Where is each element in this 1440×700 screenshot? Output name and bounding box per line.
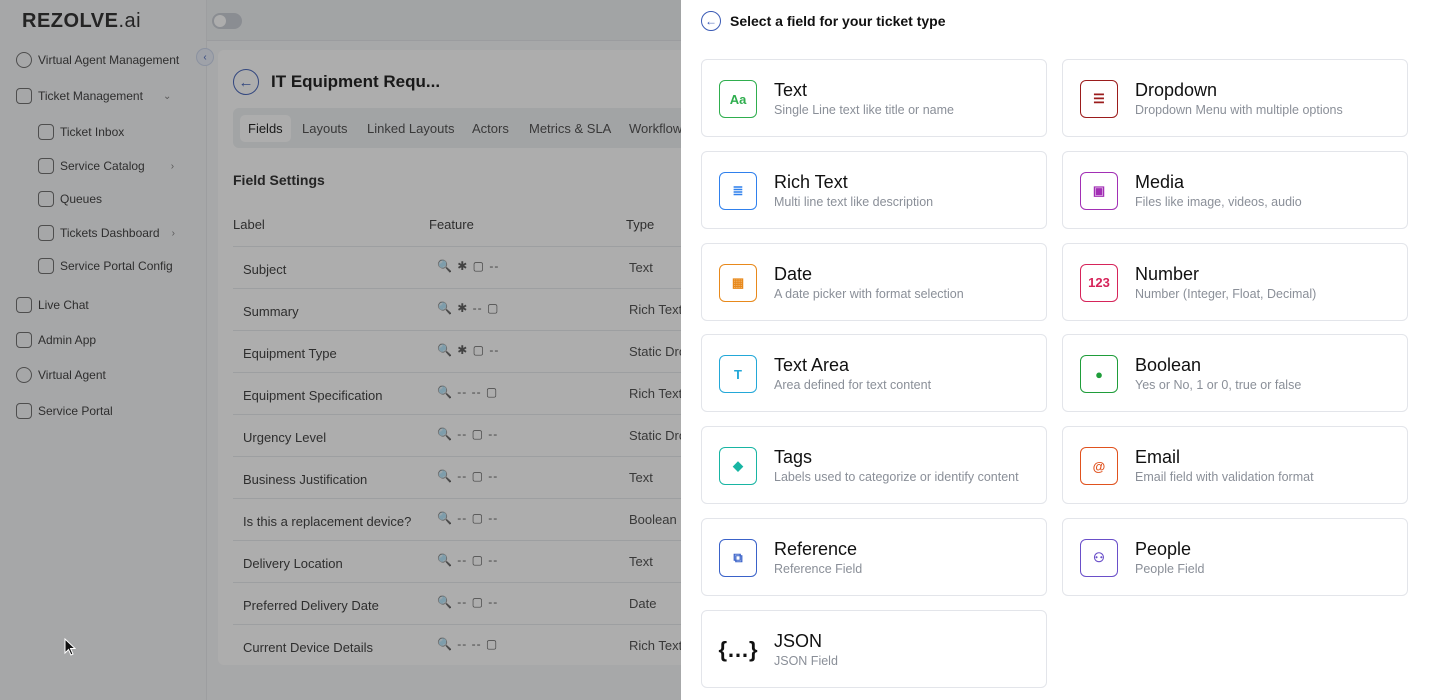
field-type-name: Number bbox=[1135, 263, 1200, 284]
field-type-description: Number (Integer, Float, Decimal) bbox=[1135, 286, 1317, 301]
field-type-name: Text Area bbox=[774, 355, 850, 376]
mouse-cursor-icon bbox=[64, 638, 76, 656]
dropdown-list-icon: ☰ bbox=[1080, 80, 1118, 118]
field-type-description: Yes or No, 1 or 0, true or false bbox=[1135, 378, 1302, 393]
at-sign-icon: @ bbox=[1080, 447, 1118, 486]
field-type-card-people[interactable]: ⚇ People People Field bbox=[1062, 518, 1408, 596]
field-type-name: Dropdown bbox=[1135, 80, 1218, 100]
field-type-name: Reference bbox=[774, 539, 858, 559]
reference-icon: ⧉ bbox=[719, 539, 757, 577]
people-icon: ⚇ bbox=[1080, 539, 1118, 577]
field-type-description: People Field bbox=[1135, 562, 1205, 576]
rich-text-icon: ≣ bbox=[719, 171, 757, 210]
field-type-description: Labels used to categorize or identify co… bbox=[774, 470, 1019, 485]
field-type-name: Date bbox=[774, 263, 813, 284]
field-type-description: JSON Field bbox=[774, 653, 838, 668]
text-aa-icon: Aa bbox=[719, 80, 757, 118]
field-type-name: Text bbox=[774, 80, 808, 100]
field-type-card-media[interactable]: ▣ Media Files like image, videos, audio bbox=[1062, 150, 1408, 229]
field-type-card-json[interactable]: {…} JSON JSON Field bbox=[701, 609, 1047, 688]
field-type-name: Media bbox=[1135, 171, 1185, 192]
field-type-card-boolean[interactable]: ● Boolean Yes or No, 1 or 0, true or false bbox=[1062, 334, 1408, 413]
field-type-name: JSON bbox=[774, 630, 823, 651]
field-type-name: Boolean bbox=[1135, 355, 1202, 376]
field-type-name: People bbox=[1135, 539, 1192, 559]
field-type-description: Single Line text like title or name bbox=[774, 103, 954, 117]
toggle-icon: ● bbox=[1080, 355, 1118, 394]
field-type-card-email[interactable]: @ Email Email field with validation format bbox=[1062, 426, 1408, 505]
panel-title: Select a field for your ticket type bbox=[730, 13, 946, 29]
number-123-icon: 123 bbox=[1080, 263, 1118, 302]
modal-backdrop[interactable] bbox=[0, 0, 681, 700]
field-picker-panel: ← Select a field for your ticket type Aa… bbox=[681, 0, 1440, 700]
field-type-card-text-area[interactable]: T Text Area Area defined for text content bbox=[701, 334, 1047, 413]
tag-icon: ◆ bbox=[719, 447, 757, 486]
field-type-card-number[interactable]: 123 Number Number (Integer, Float, Decimal… bbox=[1062, 242, 1408, 321]
field-type-description: Email field with validation format bbox=[1135, 470, 1314, 485]
field-type-description: Dropdown Menu with multiple options bbox=[1135, 103, 1343, 117]
back-arrow-icon[interactable]: ← bbox=[701, 11, 721, 31]
field-type-description: Files like image, videos, audio bbox=[1135, 194, 1302, 209]
field-type-card-date[interactable]: ▦ Date A date picker with format selection bbox=[701, 242, 1047, 321]
field-type-description: Reference Field bbox=[774, 562, 863, 576]
field-type-card-dropdown[interactable]: ☰ Dropdown Dropdown Menu with multiple opt… bbox=[1062, 59, 1408, 137]
field-type-description: A date picker with format selection bbox=[774, 286, 964, 301]
field-type-description: Multi line text like description bbox=[774, 194, 934, 209]
field-type-name: Tags bbox=[774, 447, 813, 468]
json-braces-icon: {…} bbox=[718, 636, 758, 662]
text-area-icon: T bbox=[719, 355, 757, 394]
media-image-icon: ▣ bbox=[1080, 171, 1118, 210]
field-type-name: Email bbox=[1135, 447, 1181, 468]
field-type-name: Rich Text bbox=[774, 171, 848, 192]
field-type-card-rich-text[interactable]: ≣ Rich Text Multi line text like descripti… bbox=[701, 150, 1047, 229]
field-type-card-tags[interactable]: ◆ Tags Labels used to categorize or identi… bbox=[701, 426, 1047, 505]
calendar-icon: ▦ bbox=[719, 263, 757, 302]
field-type-card-reference[interactable]: ⧉ Reference Reference Field bbox=[701, 518, 1047, 596]
field-type-description: Area defined for text content bbox=[774, 378, 932, 393]
field-type-card-text[interactable]: Aa Text Single Line text like title or nam… bbox=[701, 59, 1047, 137]
